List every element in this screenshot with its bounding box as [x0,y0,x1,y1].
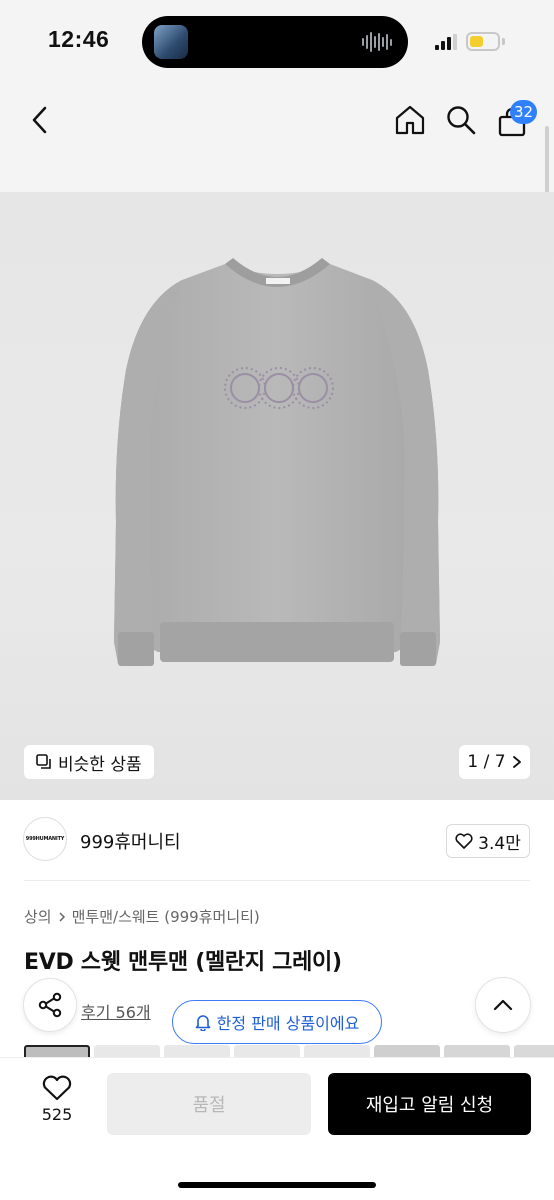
image-counter-button[interactable]: 1 / 7 [459,745,530,779]
limited-sale-label: 한정 판매 상품이에요 [216,1014,360,1033]
color-thumbnail[interactable] [234,1045,300,1057]
chevron-left-icon [32,106,47,134]
status-time: 12:46 [48,26,110,52]
breadcrumb-level1[interactable]: 상의 [24,906,52,927]
home-button[interactable] [392,102,428,138]
brand-like-count: 3.4만 [478,833,521,854]
similar-products-button[interactable]: 비슷한 상품 [24,745,154,779]
color-thumbnail[interactable] [24,1045,90,1057]
bell-icon [195,1015,210,1031]
color-thumbnail[interactable] [164,1045,230,1057]
now-playing-artwork [154,25,188,59]
dynamic-island[interactable] [142,16,408,68]
search-icon [447,106,476,135]
color-thumbnail[interactable] [514,1045,554,1057]
brand-like-button[interactable]: 3.4만 [446,824,530,858]
audio-waveform-icon [362,30,392,54]
battery-icon [466,32,500,51]
restock-alert-button[interactable]: 재입고 알림 신청 [328,1073,531,1135]
heart-icon [455,833,473,849]
heart-icon [42,1075,72,1101]
back-button[interactable] [22,102,58,138]
share-button[interactable] [23,978,77,1032]
chevron-up-icon [493,999,513,1011]
image-counter-label: 1 / 7 [467,752,506,772]
color-thumbnail[interactable] [94,1045,160,1057]
scroll-top-button[interactable] [475,977,531,1033]
sweatshirt-illustration [114,258,440,666]
brand-logo-text: 999HUMANITY [25,836,65,842]
scrollbar[interactable] [545,126,549,202]
product-image[interactable] [0,192,554,800]
top-nav-bar [0,86,554,192]
color-thumbnail[interactable] [304,1045,370,1057]
cart-count-badge: 32 [510,100,538,124]
color-thumbnail[interactable] [374,1045,440,1057]
home-icon [395,105,425,135]
share-icon [38,992,62,1018]
divider [24,880,530,881]
wishlist-button[interactable]: 525 [30,1075,84,1131]
cellular-signal-icon [435,34,457,50]
review-link[interactable]: 후기 56개 [81,999,151,1023]
similar-products-label: 비슷한 상품 [58,754,142,775]
chevron-right-icon [59,911,65,922]
brand-name[interactable]: 999휴머니티 [80,828,181,854]
breadcrumb-level2[interactable]: 맨투맨/스웨트 (999휴머니티) [72,906,260,927]
wishlist-count: 525 [41,1105,73,1124]
status-bar: 12:46 [0,0,554,86]
limited-sale-notice: 한정 판매 상품이에요 [172,1000,382,1044]
search-button[interactable] [443,102,479,138]
color-thumbnail[interactable] [444,1045,510,1057]
copy-icon [36,754,51,769]
chevron-right-icon [512,756,521,768]
home-indicator[interactable] [178,1182,376,1188]
brand-logo[interactable]: 999HUMANITY [23,817,67,861]
product-title: EVD 스웻 맨투맨 (멜란지 그레이) [24,950,342,975]
soldout-button[interactable]: 품절 [107,1073,311,1135]
battery-tip [502,38,505,45]
battery-fill [470,36,483,47]
color-thumbnail-strip [24,1045,554,1057]
breadcrumb: 상의 맨투맨/스웨트 (999휴머니티) [24,906,260,927]
